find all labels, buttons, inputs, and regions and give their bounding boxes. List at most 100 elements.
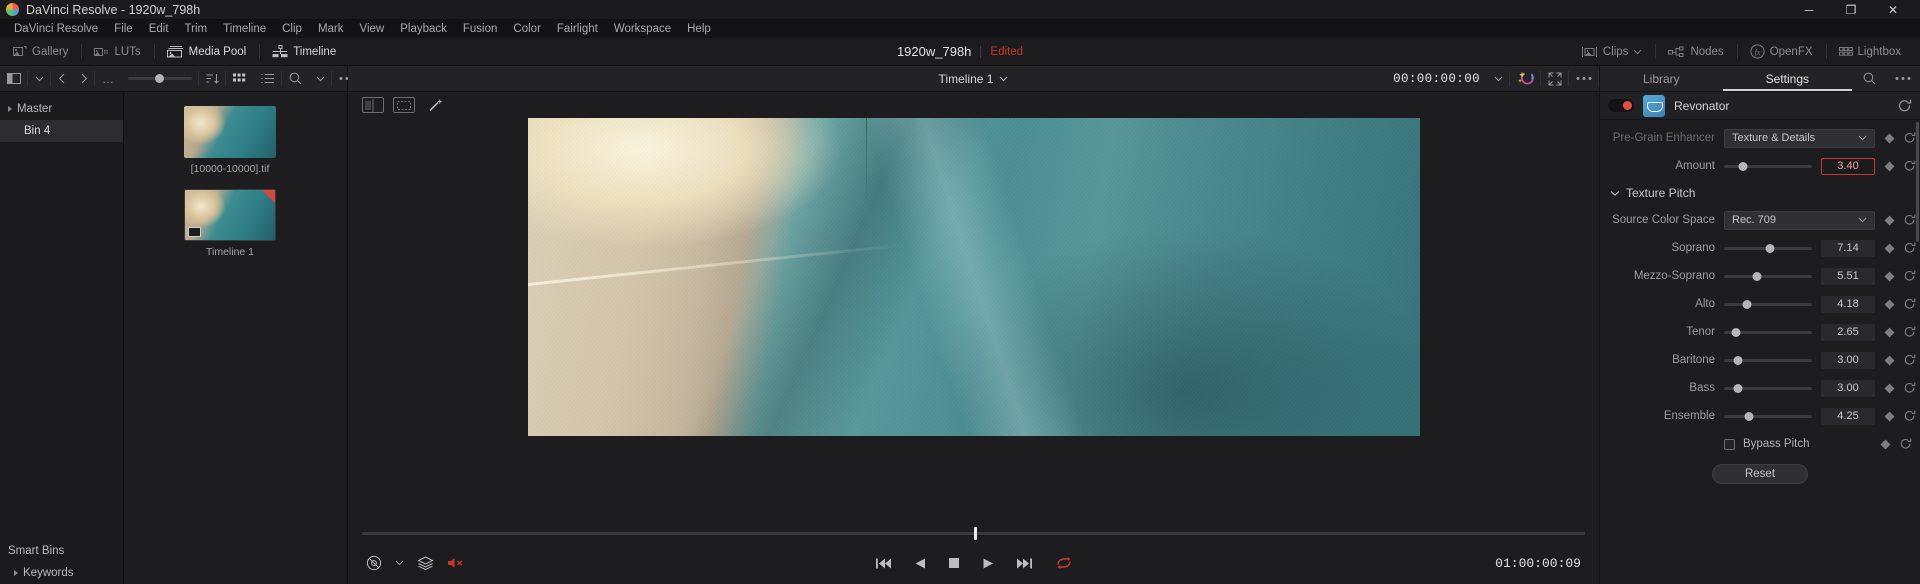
menu-item-edit[interactable]: Edit: [141, 20, 177, 38]
slider-knob[interactable]: [154, 74, 164, 83]
select-pre-grain-enhancer[interactable]: Texture & Details: [1724, 128, 1875, 148]
split-view-icon[interactable]: [362, 97, 384, 113]
value-field-baritone[interactable]: 3.00: [1821, 351, 1875, 369]
reset-param-icon[interactable]: [1904, 132, 1916, 144]
menu-item-mark[interactable]: Mark: [310, 20, 352, 38]
timeline-chevron-down-icon[interactable]: [999, 76, 1008, 82]
slider-knob-alto[interactable]: [1742, 299, 1752, 309]
sidebar-toggle-chevron-down-icon[interactable]: [28, 66, 51, 91]
reset-param-icon[interactable]: [1900, 438, 1912, 450]
keyframe-icon[interactable]: [1884, 133, 1895, 143]
magic-enhance-icon[interactable]: [1510, 66, 1541, 91]
value-field-bass[interactable]: 3.00: [1821, 379, 1875, 397]
slider-knob-tenor[interactable]: [1731, 327, 1741, 337]
menu-item-davinci-resolve[interactable]: DaVinci Resolve: [6, 20, 106, 38]
bypass-pitch-checkbox[interactable]: [1724, 438, 1735, 450]
nodes-button[interactable]: Nodes: [1655, 38, 1736, 65]
search-icon[interactable]: [282, 66, 309, 91]
slider-knob-mezzo-soprano[interactable]: [1752, 271, 1762, 281]
slider-track-mezzo-soprano[interactable]: [1724, 271, 1812, 281]
reset-param-icon[interactable]: [1904, 160, 1916, 172]
reset-param-icon[interactable]: [1904, 382, 1916, 394]
expand-triangle-icon[interactable]: [14, 570, 18, 576]
menu-item-fairlight[interactable]: Fairlight: [549, 20, 606, 38]
viewer-timecode[interactable]: 00:00:00:00: [1386, 66, 1487, 91]
value-field-soprano[interactable]: 7.14: [1821, 239, 1875, 257]
menu-item-fusion[interactable]: Fusion: [455, 20, 506, 38]
reset-param-icon[interactable]: [1904, 242, 1916, 254]
ellipsis-icon[interactable]: …: [95, 66, 121, 91]
menu-item-color[interactable]: Color: [505, 20, 548, 38]
clip-item-still[interactable]: [10000-10000].tif: [184, 106, 276, 175]
media-pool-button[interactable]: Media Pool: [153, 38, 260, 65]
slider-track-amount[interactable]: [1724, 161, 1812, 171]
minimize-icon[interactable]: ─: [1788, 0, 1830, 20]
keyframe-icon[interactable]: [1884, 355, 1895, 365]
reset-param-icon[interactable]: [1904, 354, 1916, 366]
back-arrow-icon[interactable]: [51, 66, 73, 91]
menu-item-workspace[interactable]: Workspace: [606, 20, 679, 38]
openfx-button[interactable]: fx OpenFX: [1736, 38, 1826, 65]
wand-icon[interactable]: [424, 97, 446, 113]
clip-thumbnail[interactable]: [184, 106, 276, 158]
effect-enable-toggle[interactable]: [1608, 99, 1634, 112]
timecode-chevron-down-icon[interactable]: [1487, 66, 1510, 91]
stop-button[interactable]: [948, 557, 960, 569]
close-icon[interactable]: ✕: [1872, 0, 1914, 20]
slider-knob-bass[interactable]: [1733, 383, 1743, 393]
reset-param-icon[interactable]: [1904, 270, 1916, 282]
keyframe-icon[interactable]: [1884, 271, 1895, 281]
param-group-texture-pitch[interactable]: Texture Pitch: [1600, 180, 1920, 206]
lightbox-button[interactable]: Lightbox: [1825, 38, 1914, 65]
slider-track-tenor[interactable]: [1724, 327, 1812, 337]
forward-arrow-icon[interactable]: [73, 66, 95, 91]
inspector-scrollbar[interactable]: [1916, 122, 1919, 242]
tab-library[interactable]: Library: [1600, 66, 1723, 91]
jump-to-end-button[interactable]: [1016, 557, 1033, 570]
slider-track-soprano[interactable]: [1724, 243, 1812, 253]
timeline-thumbnail[interactable]: [184, 189, 276, 241]
slider-track-alto[interactable]: [1724, 299, 1812, 309]
gallery-button[interactable]: Gallery: [0, 38, 81, 65]
slider-knob-baritone[interactable]: [1733, 355, 1743, 365]
bin-item-master[interactable]: Master: [0, 98, 123, 120]
keyframe-icon[interactable]: [1884, 215, 1895, 225]
reset-param-icon[interactable]: [1904, 214, 1916, 226]
group-chevron-down-icon[interactable]: [1610, 190, 1620, 197]
keyframe-icon[interactable]: [1884, 299, 1895, 309]
luts-button[interactable]: LUTs: [81, 38, 153, 65]
reset-param-icon[interactable]: [1904, 410, 1916, 422]
loop-button[interactable]: [1055, 556, 1073, 570]
keyframe-icon[interactable]: [1880, 439, 1891, 449]
menu-item-playback[interactable]: Playback: [392, 20, 455, 38]
menu-item-help[interactable]: Help: [679, 20, 719, 38]
timeline-button[interactable]: Timeline: [259, 38, 349, 65]
keyframe-icon[interactable]: [1884, 243, 1895, 253]
value-field-amount[interactable]: 3.40: [1821, 157, 1875, 175]
effect-reset-icon[interactable]: [1898, 99, 1912, 113]
maximize-icon[interactable]: ❐: [1830, 0, 1872, 20]
value-field-ensemble[interactable]: 4.25: [1821, 407, 1875, 425]
scrubber-track[interactable]: [362, 526, 1585, 540]
slider-track-baritone[interactable]: [1724, 355, 1812, 365]
keyframe-icon[interactable]: [1884, 327, 1895, 337]
reset-button[interactable]: Reset: [1712, 464, 1808, 484]
slider-knob-amount[interactable]: [1738, 161, 1748, 171]
tab-settings[interactable]: Settings: [1722, 66, 1853, 91]
select-source-color-space[interactable]: Rec. 709: [1724, 210, 1875, 230]
menu-item-trim[interactable]: Trim: [177, 20, 216, 38]
keyframe-icon[interactable]: [1884, 411, 1895, 421]
search-chevron-down-icon[interactable]: [309, 66, 332, 91]
viewer-more-options-icon[interactable]: [1569, 66, 1599, 91]
safe-area-icon[interactable]: [393, 97, 415, 113]
clip-item-timeline[interactable]: Timeline 1: [184, 189, 276, 258]
reset-param-icon[interactable]: [1904, 298, 1916, 310]
reset-param-icon[interactable]: [1904, 326, 1916, 338]
inspector-more-options-icon[interactable]: [1886, 66, 1920, 91]
slider-track-bass[interactable]: [1724, 383, 1812, 393]
inspector-search-icon[interactable]: [1852, 66, 1886, 91]
value-field-tenor[interactable]: 2.65: [1821, 323, 1875, 341]
grid-view-icon[interactable]: [226, 66, 254, 91]
slider-track-ensemble[interactable]: [1724, 411, 1812, 421]
value-field-alto[interactable]: 4.18: [1821, 295, 1875, 313]
